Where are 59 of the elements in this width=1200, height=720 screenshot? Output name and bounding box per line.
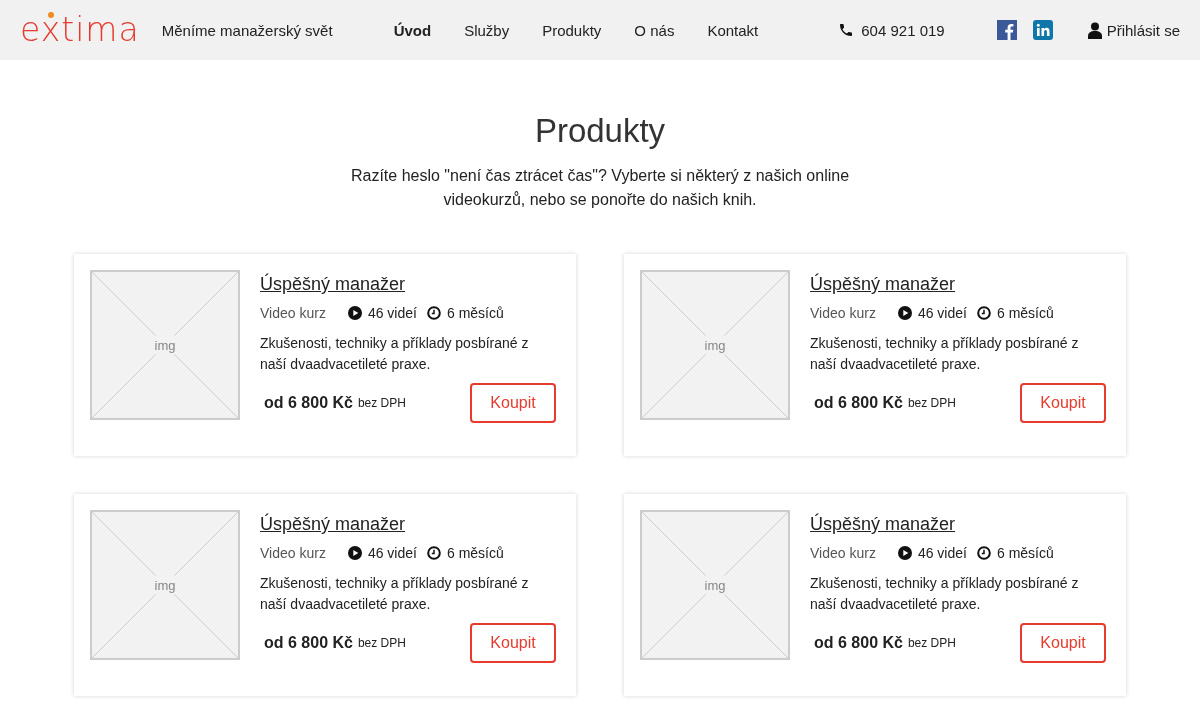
video-count: 46 videí — [367, 305, 417, 321]
video-count: 46 videí — [917, 545, 967, 561]
product-name-link[interactable]: Úspěšný manažer — [260, 514, 406, 535]
course-duration: 6 měsíců — [446, 545, 504, 561]
course-duration: 6 měsíců — [996, 305, 1054, 321]
buy-button[interactable]: Koupit — [470, 623, 556, 663]
price-note: bez DPH — [907, 636, 956, 650]
video-count: 46 videí — [917, 305, 967, 321]
page-title: Produkty — [534, 112, 666, 150]
course-duration: 6 měsíců — [996, 545, 1054, 561]
phone-number[interactable]: 604 921 019 — [861, 21, 945, 39]
intro-text: Razíte heslo "není čas ztrácet čas"? Vyberte si některý z našich online videokurzů, nebo se ponořte do našich knih. — [349, 166, 851, 210]
play-icon — [897, 546, 912, 560]
price-note: bez DPH — [357, 636, 406, 650]
price: od 6 800 Kč — [814, 634, 903, 652]
price: od 6 800 Kč — [264, 394, 353, 412]
nav-link[interactable]: Úvod — [393, 21, 432, 39]
price-note: bez DPH — [907, 396, 956, 410]
product-type: Video kurz — [260, 545, 326, 561]
facebook-icon[interactable] — [996, 20, 1017, 40]
clock-icon — [426, 306, 441, 320]
nav-link[interactable]: O nás — [634, 21, 675, 39]
product-type: Video kurz — [810, 545, 876, 561]
product-description: Zkušenosti, techniky a příklady posbírané z naší dvaadvacetileté praxe. — [810, 574, 1080, 614]
product-name-link[interactable]: Úspěšný manažer — [260, 274, 406, 295]
product-name-link[interactable]: Úspěšný manažer — [810, 274, 956, 295]
image-label: img — [152, 575, 178, 595]
phone-icon — [838, 22, 855, 38]
buy-button[interactable]: Koupit — [1020, 383, 1106, 423]
image-label: img — [702, 335, 728, 355]
price-note: bez DPH — [357, 396, 406, 410]
clock-icon — [426, 546, 441, 560]
play-icon — [347, 546, 362, 560]
buy-button[interactable]: Koupit — [1020, 623, 1106, 663]
login-link[interactable]: Přihlásit se — [1087, 21, 1180, 39]
clock-icon — [976, 306, 991, 320]
product-description: Zkušenosti, techniky a příklady posbírané z naší dvaadvacetileté praxe. — [810, 334, 1080, 374]
video-count: 46 videí — [367, 545, 417, 561]
user-icon — [1087, 21, 1102, 39]
nav-link[interactable]: Služby — [464, 21, 510, 39]
nav-link[interactable]: Kontakt — [707, 21, 759, 39]
clock-icon — [976, 546, 991, 560]
product-type: Video kurz — [260, 305, 326, 321]
buy-button[interactable]: Koupit — [470, 383, 556, 423]
linkedin-icon[interactable] — [1032, 20, 1053, 40]
play-icon — [897, 306, 912, 320]
play-icon — [347, 306, 362, 320]
price: od 6 800 Kč — [814, 394, 903, 412]
product-description: Zkušenosti, techniky a příklady posbírané z naší dvaadvacetileté praxe. — [260, 574, 530, 614]
product-type: Video kurz — [810, 305, 876, 321]
price: od 6 800 Kč — [264, 634, 353, 652]
image-label: img — [152, 335, 178, 355]
product-description: Zkušenosti, techniky a příklady posbírané z naší dvaadvacetileté praxe. — [260, 334, 530, 374]
nav-link[interactable]: Produkty — [542, 21, 602, 39]
product-name-link[interactable]: Úspěšný manažer — [810, 514, 956, 535]
tagline: Měníme manažerský svět — [161, 21, 333, 39]
course-duration: 6 měsíců — [446, 305, 504, 321]
logo[interactable]: extima — [20, 12, 140, 48]
image-label: img — [702, 575, 728, 595]
